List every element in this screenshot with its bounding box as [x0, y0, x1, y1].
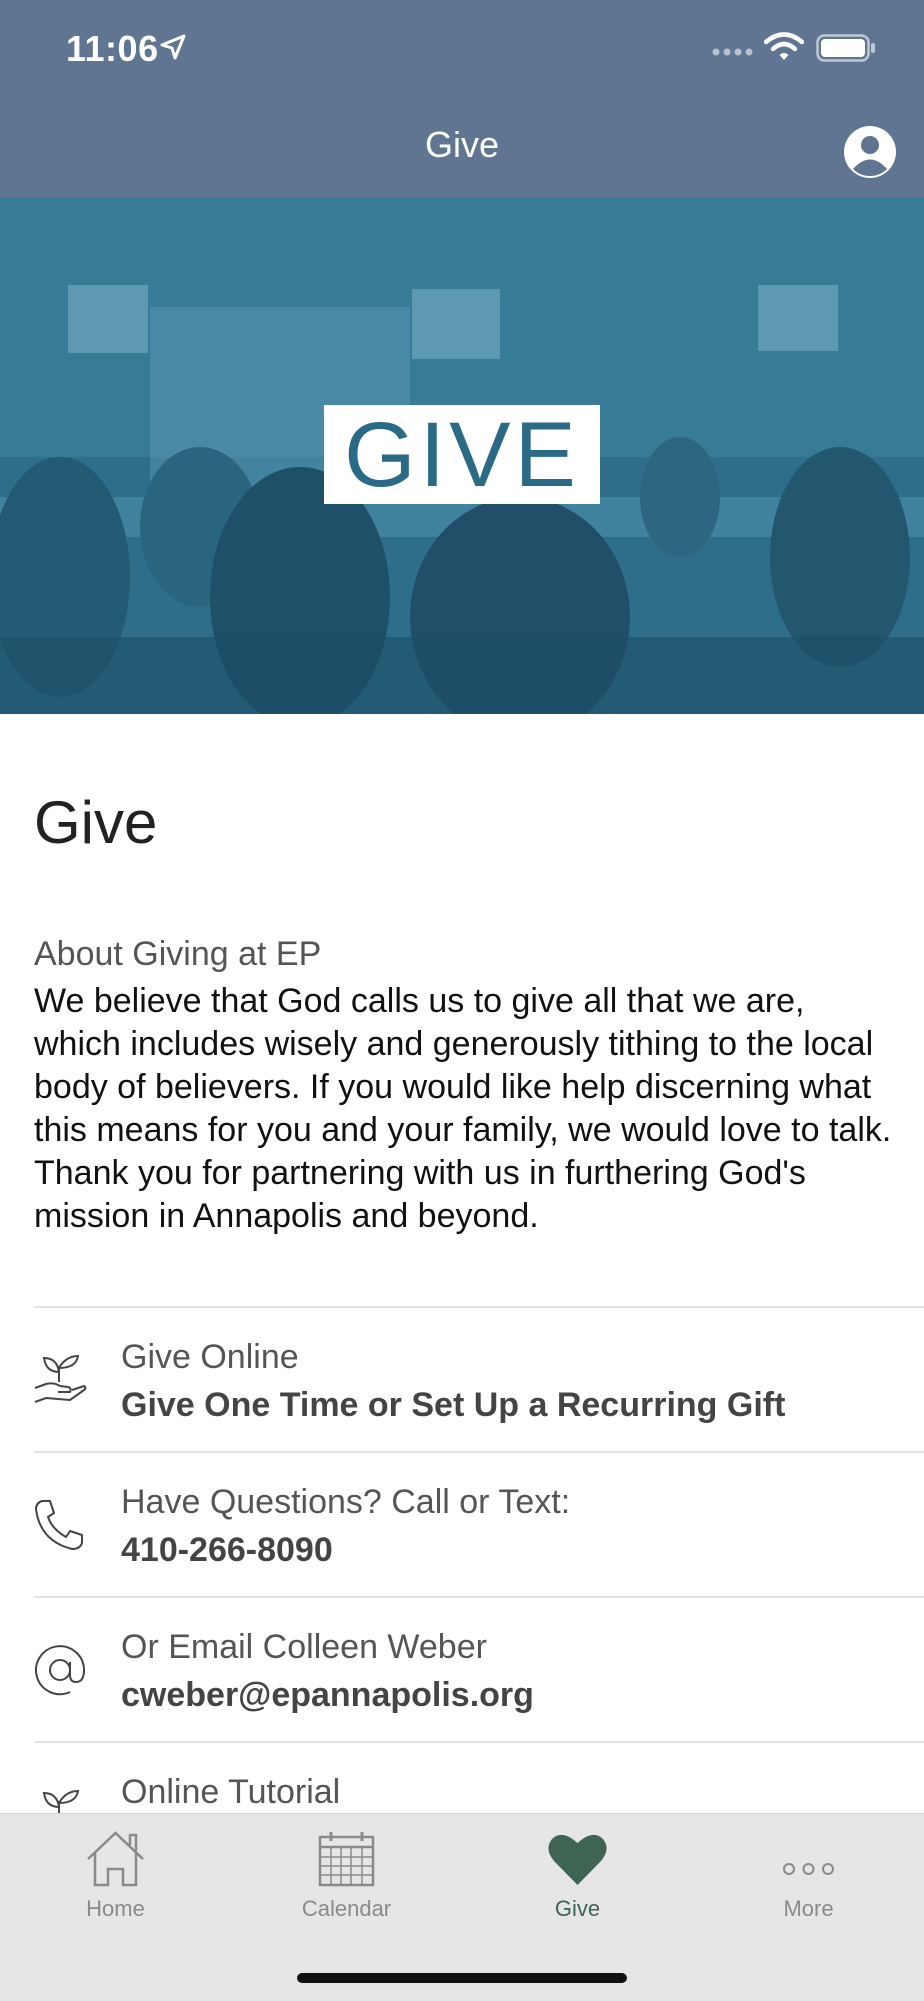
tab-bar: Home Calendar Give More	[0, 1813, 924, 2001]
calendar-icon	[318, 1832, 375, 1887]
hero-banner: GIVE	[0, 197, 924, 714]
give-online-row[interactable]: Give Online Give One Time or Set Up a Re…	[0, 1308, 924, 1451]
cellular-signal-icon	[712, 48, 753, 56]
tab-more[interactable]: More	[693, 1814, 924, 1934]
row-title: Online Tutorial	[121, 1773, 341, 1811]
row-subtitle: cweber@epannapolis.org	[121, 1676, 534, 1714]
giving-hand-plant-icon	[34, 1354, 87, 1403]
row-title: Give Online	[121, 1338, 299, 1376]
row-title: Have Questions? Call or Text:	[121, 1483, 571, 1521]
page-title: Give	[34, 789, 158, 856]
tab-give[interactable]: Give	[462, 1814, 693, 1934]
nav-title: Give	[424, 124, 500, 165]
location-arrow-icon	[160, 34, 186, 60]
phone-icon	[35, 1500, 83, 1550]
about-body: We believe that God calls us to give all…	[34, 982, 892, 1235]
battery-icon	[816, 34, 875, 62]
row-subtitle: Give One Time or Set Up a Recurring Gift	[121, 1386, 786, 1424]
about-heading: About Giving at EP	[34, 935, 322, 973]
more-dots-icon	[783, 1863, 834, 1875]
home-indicator	[297, 1973, 627, 1983]
top-bar: 11:06 Give	[0, 0, 924, 197]
tab-label: Home	[86, 1896, 145, 1921]
row-subtitle: 410-266-8090	[121, 1531, 333, 1569]
wifi-icon	[764, 32, 804, 60]
tab-label: More	[783, 1896, 834, 1921]
at-sign-icon	[35, 1645, 86, 1696]
email-row[interactable]: Or Email Colleen Weber cweber@epannapoli…	[0, 1598, 924, 1741]
row-title: Or Email Colleen Weber	[121, 1628, 487, 1666]
tab-label: Calendar	[301, 1896, 392, 1921]
call-text-row[interactable]: Have Questions? Call or Text: 410-266-80…	[0, 1453, 924, 1596]
home-icon	[87, 1831, 144, 1887]
tab-home[interactable]: Home	[0, 1814, 231, 1934]
status-time: 11:06	[66, 28, 159, 69]
give-logo-text: GIVE	[344, 403, 580, 506]
tab-label: Give	[554, 1896, 601, 1921]
profile-icon[interactable]	[842, 124, 898, 180]
tab-calendar[interactable]: Calendar	[231, 1814, 462, 1934]
give-logo: GIVE	[324, 405, 600, 504]
heart-icon	[548, 1834, 607, 1885]
